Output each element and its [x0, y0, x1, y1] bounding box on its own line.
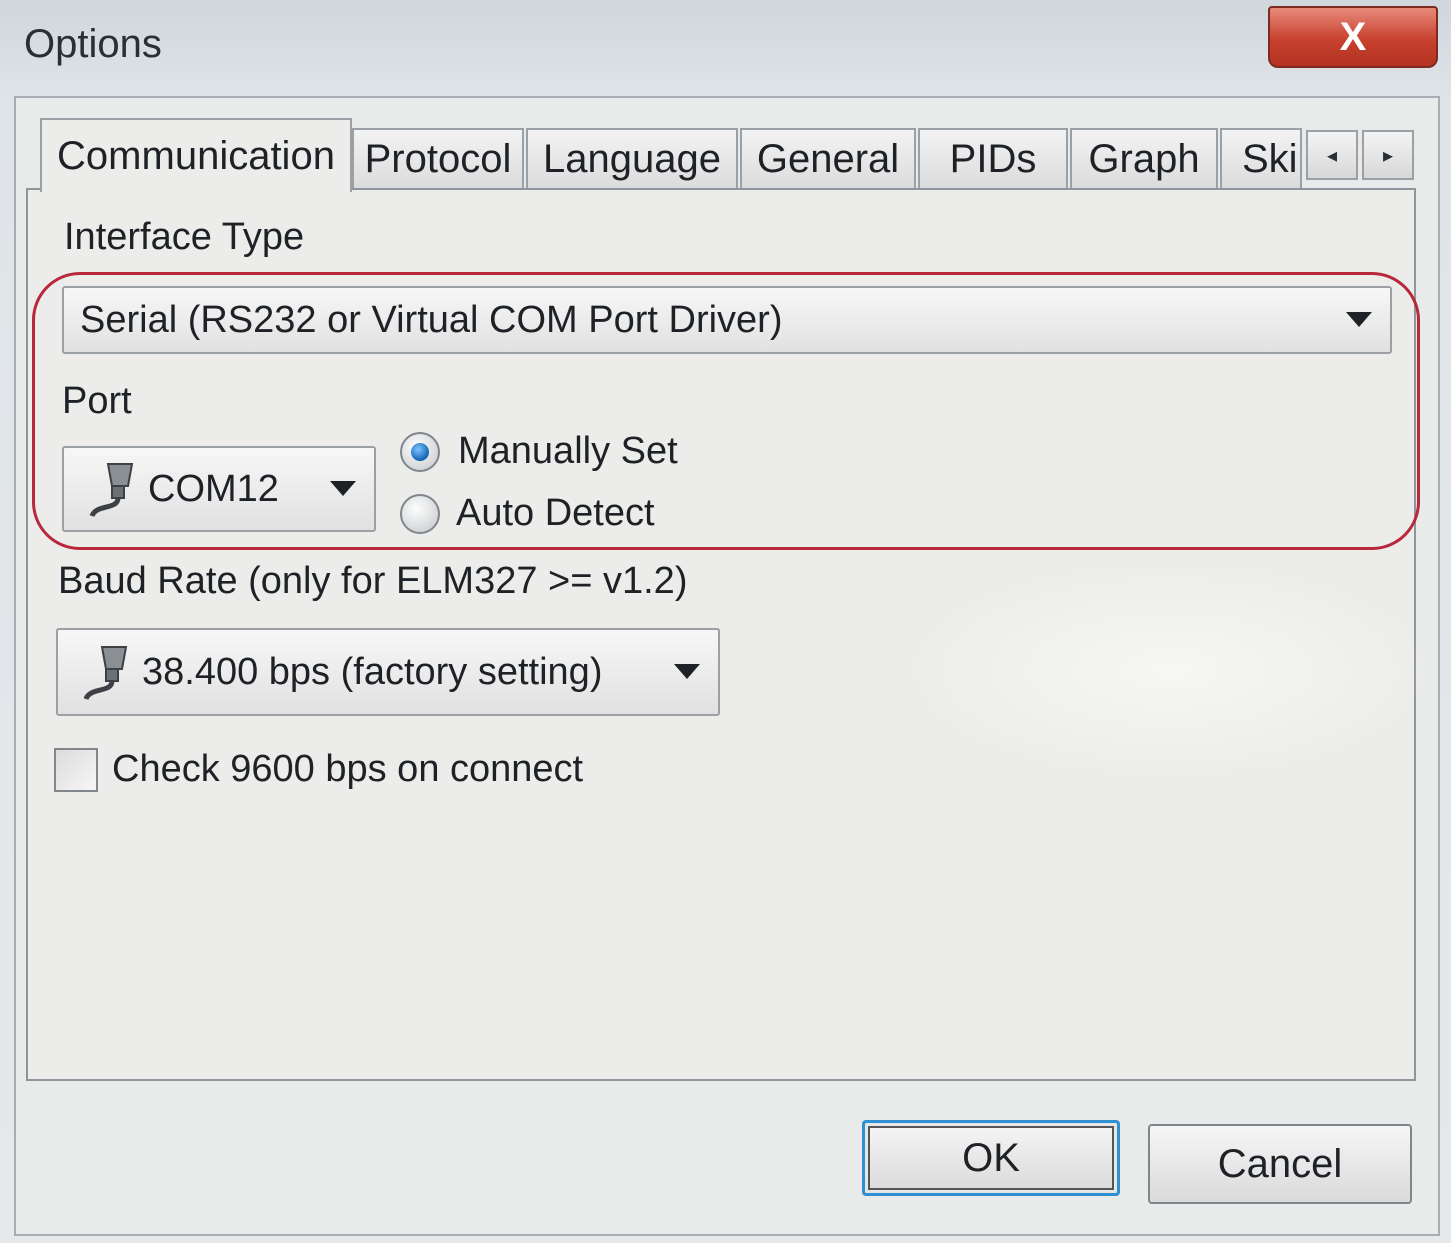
- tab-pids[interactable]: PIDs: [918, 128, 1068, 188]
- tab-label: PIDs: [949, 136, 1037, 181]
- tab-label: Ski: [1242, 136, 1298, 181]
- baud-rate-dropdown[interactable]: 38.400 bps (factory setting): [56, 628, 720, 716]
- chevron-down-icon: [330, 481, 356, 496]
- cancel-button-label: Cancel: [1217, 1141, 1343, 1186]
- tab-label: Graph: [1088, 136, 1200, 181]
- baud-rate-label: Baud Rate (only for ELM327 >= v1.2): [58, 560, 688, 602]
- interface-type-dropdown[interactable]: Serial (RS232 or Virtual COM Port Driver…: [62, 286, 1392, 354]
- close-icon: X: [1339, 14, 1367, 59]
- tab-graph[interactable]: Graph: [1070, 128, 1218, 188]
- tab-scroll-right-button[interactable]: ▸: [1362, 130, 1414, 180]
- tab-label: General: [756, 136, 900, 181]
- ok-button[interactable]: OK: [862, 1120, 1120, 1196]
- interface-type-value: Serial (RS232 or Virtual COM Port Driver…: [80, 298, 783, 341]
- tab-scroll-left-button[interactable]: ◂: [1306, 130, 1358, 180]
- tab-skin[interactable]: Ski: [1220, 128, 1302, 188]
- check-9600-label: Check 9600 bps on connect: [112, 748, 584, 790]
- tab-general[interactable]: General: [740, 128, 916, 188]
- baud-rate-value: 38.400 bps (factory setting): [142, 650, 603, 693]
- tab-protocol[interactable]: Protocol: [352, 128, 524, 188]
- auto-detect-radio[interactable]: [400, 494, 440, 534]
- chevron-right-icon: ▸: [1382, 144, 1394, 167]
- interface-type-label: Interface Type: [64, 216, 305, 258]
- tab-language[interactable]: Language: [526, 128, 738, 188]
- auto-detect-label: Auto Detect: [456, 492, 655, 534]
- tab-label: Language: [543, 136, 721, 181]
- check-9600-checkbox[interactable]: [54, 748, 98, 792]
- tab-label: Communication: [57, 133, 335, 178]
- tab-label: Protocol: [364, 136, 512, 181]
- port-label: Port: [62, 380, 132, 422]
- serial-plug-icon: [83, 646, 128, 701]
- ok-button-label: OK: [962, 1135, 1020, 1180]
- chevron-down-icon: [1346, 312, 1372, 327]
- manually-set-label: Manually Set: [458, 430, 678, 472]
- chevron-down-icon: [674, 664, 700, 679]
- serial-plug-icon: [89, 463, 134, 518]
- dialog-title: Options: [24, 22, 162, 66]
- manually-set-radio[interactable]: [400, 432, 440, 472]
- port-dropdown[interactable]: COM12: [62, 446, 376, 532]
- chevron-left-icon: ◂: [1326, 144, 1338, 167]
- tab-communication[interactable]: Communication: [40, 118, 352, 192]
- close-button[interactable]: X: [1268, 6, 1438, 68]
- options-dialog: Options X Communication Protocol Languag…: [0, 0, 1451, 1243]
- port-value: COM12: [148, 467, 279, 510]
- cancel-button[interactable]: Cancel: [1148, 1124, 1412, 1204]
